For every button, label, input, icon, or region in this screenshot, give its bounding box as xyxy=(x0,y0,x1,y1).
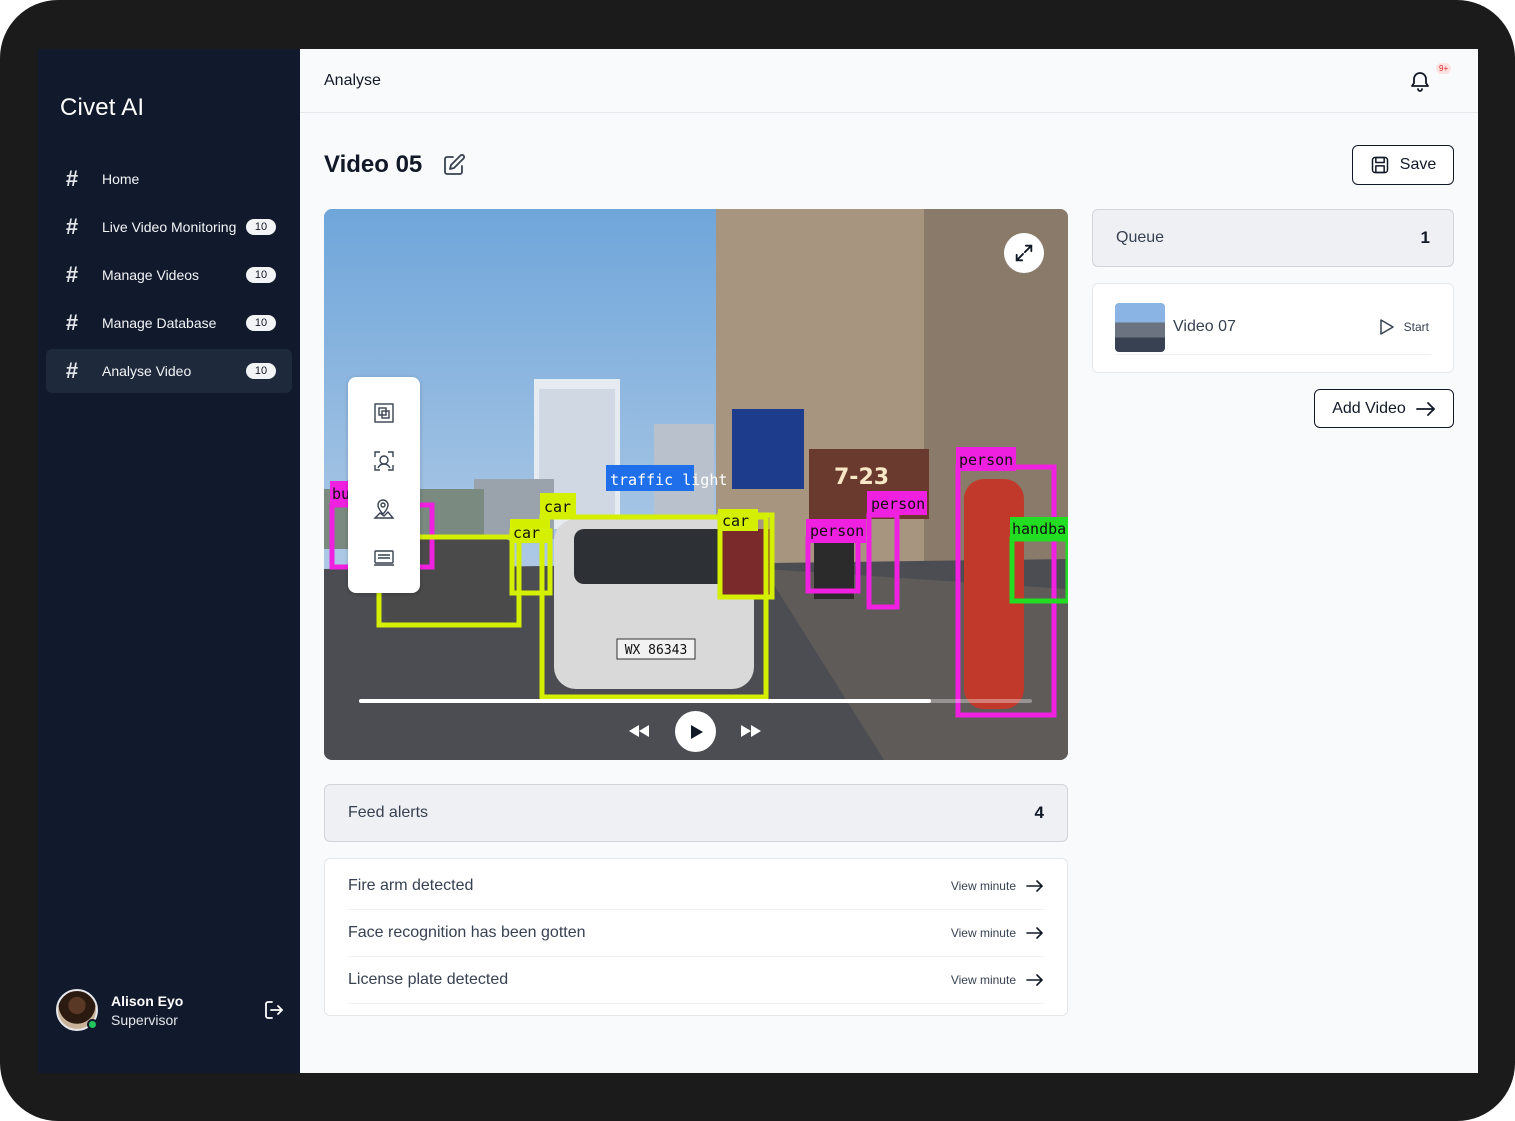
video-frame: WX 86343 7-23 bu car car car traffic lig… xyxy=(324,209,1068,760)
app-screen: Civet AI # Home # Live Video Monitoring … xyxy=(38,49,1478,1073)
count-badge: 10 xyxy=(246,267,276,283)
feed-alerts-header: Feed alerts 4 xyxy=(324,784,1068,842)
alerts-title: Feed alerts xyxy=(348,804,429,821)
view-minute-label: View minute xyxy=(950,973,1016,987)
detection-label: person xyxy=(810,522,864,540)
bell-icon[interactable] xyxy=(1408,69,1432,93)
list-item: Fire arm detected View minute xyxy=(348,863,1044,910)
user-name: Alison Eyo xyxy=(111,992,184,1009)
page-title: Video 05 xyxy=(324,151,423,178)
view-minute-link[interactable]: View minute xyxy=(951,926,1044,940)
hash-icon: # xyxy=(65,166,79,191)
sidebar-item-home[interactable]: # Home xyxy=(46,157,292,201)
license-plate-scan-icon[interactable] xyxy=(372,545,396,569)
save-label: Save xyxy=(1399,156,1437,173)
sidebar-item-label: Manage Database xyxy=(102,315,217,331)
video-tools-panel xyxy=(348,377,420,593)
sidebar-item-label: Live Video Monitoring xyxy=(102,219,237,235)
avatar[interactable] xyxy=(56,989,98,1031)
save-icon xyxy=(1371,156,1389,174)
view-minute-link[interactable]: View minute xyxy=(951,879,1044,893)
fullscreen-button[interactable] xyxy=(1004,233,1044,273)
queue-item-name: Video 07 xyxy=(1173,318,1236,335)
feed-alerts-list: Fire arm detected View minute Face recog… xyxy=(324,858,1068,1016)
progress-fill xyxy=(359,699,932,703)
alert-text: Fire arm detected xyxy=(348,877,474,894)
video-player[interactable]: WX 86343 7-23 bu car car car traffic lig… xyxy=(324,209,1068,760)
list-item: Video 07 Start xyxy=(1115,300,1431,355)
user-info: Alison Eyo Supervisor xyxy=(111,993,262,1028)
add-video-label: Add Video xyxy=(1332,399,1406,417)
arrow-right-icon xyxy=(1415,401,1436,416)
count-badge: 10 xyxy=(246,363,276,379)
app-logo: Civet AI xyxy=(60,94,145,121)
top-bar: Analyse 9+ xyxy=(300,49,1478,113)
user-role: Supervisor xyxy=(111,1011,178,1028)
crop-frame-icon[interactable] xyxy=(372,401,396,425)
sidebar-item-live-video-monitoring[interactable]: # Live Video Monitoring 10 xyxy=(46,205,292,249)
sidebar-nav: # Home # Live Video Monitoring 10 # Mana… xyxy=(46,157,292,397)
arrow-right-icon xyxy=(1026,880,1044,892)
notification-badge: 9+ xyxy=(1436,63,1452,74)
list-item: Face recognition has been gotten View mi… xyxy=(348,910,1044,957)
face-scan-icon[interactable] xyxy=(372,449,396,473)
queue-title: Queue xyxy=(1116,229,1165,246)
detection-label: car xyxy=(544,498,571,516)
play-button[interactable] xyxy=(675,711,716,752)
rewind-icon[interactable] xyxy=(628,722,650,740)
detection-label: car xyxy=(722,512,749,530)
fast-forward-icon[interactable] xyxy=(740,722,762,740)
alert-text: License plate detected xyxy=(348,971,509,988)
video-thumbnail[interactable] xyxy=(1115,302,1165,352)
online-status-dot xyxy=(87,1019,98,1030)
view-minute-label: View minute xyxy=(950,926,1016,940)
list-item: License plate detected View minute xyxy=(348,957,1044,1004)
add-video-button[interactable]: Add Video xyxy=(1314,389,1454,428)
breadcrumb: Analyse xyxy=(324,72,381,89)
sidebar: Civet AI # Home # Live Video Monitoring … xyxy=(38,49,300,1073)
save-button[interactable]: Save xyxy=(1352,145,1454,185)
play-outline-icon xyxy=(1379,319,1394,335)
start-label: Start xyxy=(1403,320,1429,334)
play-icon xyxy=(690,724,703,739)
sidebar-item-manage-videos[interactable]: # Manage Videos 10 xyxy=(46,253,292,297)
queue-header: Queue 1 xyxy=(1092,209,1454,267)
logout-icon[interactable] xyxy=(262,998,286,1022)
view-minute-link[interactable]: View minute xyxy=(951,973,1044,987)
user-profile: Alison Eyo Supervisor xyxy=(56,987,286,1033)
license-plate-text: WX 86343 xyxy=(625,643,688,658)
view-minute-label: View minute xyxy=(950,879,1016,893)
detection-label: traffic light xyxy=(610,471,727,489)
count-badge: 10 xyxy=(246,219,276,235)
detection-label: person xyxy=(959,451,1013,469)
arrow-right-icon xyxy=(1026,974,1044,986)
detection-label: car xyxy=(513,524,540,542)
detection-label: person xyxy=(871,495,925,513)
sidebar-item-manage-database[interactable]: # Manage Database 10 xyxy=(46,301,292,345)
sidebar-item-label: Home xyxy=(102,171,140,187)
alert-text: Face recognition has been gotten xyxy=(348,924,586,941)
sidebar-item-label: Manage Videos xyxy=(102,267,200,283)
expand-icon xyxy=(1015,244,1033,262)
progress-bar[interactable] xyxy=(359,699,1032,703)
queue-list: Video 07 Start xyxy=(1092,283,1454,373)
edit-icon[interactable] xyxy=(442,153,466,177)
count-badge: 10 xyxy=(246,315,276,331)
device-frame: Civet AI # Home # Live Video Monitoring … xyxy=(0,0,1515,1121)
alerts-count: 4 xyxy=(1034,803,1044,822)
hash-icon: # xyxy=(65,358,79,383)
shop-sign-text: 7-23 xyxy=(834,465,889,490)
hash-icon: # xyxy=(65,214,79,239)
queue-count: 1 xyxy=(1420,228,1430,247)
sidebar-item-label: Analyse Video xyxy=(102,363,192,379)
detection-label: handba xyxy=(1012,520,1066,538)
sidebar-item-analyse-video[interactable]: # Analyse Video 10 xyxy=(46,349,292,393)
start-button[interactable]: Start xyxy=(1378,318,1429,336)
hash-icon: # xyxy=(65,262,79,287)
hash-icon: # xyxy=(65,310,79,335)
location-pin-icon[interactable] xyxy=(372,497,396,521)
arrow-right-icon xyxy=(1026,927,1044,939)
